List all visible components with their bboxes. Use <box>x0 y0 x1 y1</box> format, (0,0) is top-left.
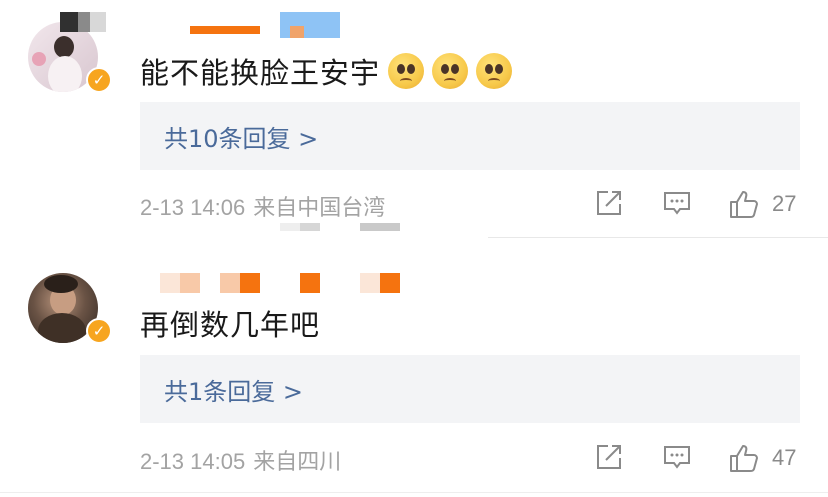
pleading-face-emoji <box>476 53 513 89</box>
pleading-face-emoji <box>432 53 469 89</box>
like-button[interactable]: 27 <box>728 188 796 220</box>
comment-time: 2-13 14:05 <box>140 449 246 474</box>
comment-text-content: 能不能换脸王安宇 <box>140 56 381 90</box>
thumbs-up-icon <box>730 445 758 472</box>
verified-badge-icon: ✓ <box>86 318 112 344</box>
like-button[interactable]: 47 <box>728 442 796 474</box>
comment-item: ✓ 再倒数几年吧 共1条回复 > 2-13 14:05 来自四川 47 <box>0 255 828 497</box>
comment-text: 能不能换脸王安宇 <box>140 50 513 92</box>
replies-label: 共10条回复 > <box>164 124 319 153</box>
comment-text: 再倒数几年吧 <box>140 302 320 344</box>
pleading-face-emoji <box>388 53 425 89</box>
comment-meta: 2-13 14:06 来自中国台湾 <box>140 190 385 222</box>
like-count: 47 <box>772 445 797 470</box>
verified-badge-icon: ✓ <box>86 67 112 93</box>
comment-item: ✓ 能不能换脸王安宇 共10条回复 > 2-13 14:06 来自中国台湾 27 <box>0 0 828 240</box>
like-count: 27 <box>772 191 797 216</box>
comment-icon[interactable] <box>662 188 692 222</box>
comment-location: 来自中国台湾 <box>253 195 386 220</box>
divider <box>0 492 828 493</box>
comment-meta: 2-13 14:05 来自四川 <box>140 444 341 476</box>
comment-icon[interactable] <box>662 442 692 476</box>
replies-label: 共1条回复 > <box>164 377 304 406</box>
comment-time: 2-13 14:06 <box>140 195 246 220</box>
comment-text-content: 再倒数几年吧 <box>140 308 321 342</box>
share-icon[interactable] <box>594 442 624 476</box>
replies-expand-button[interactable]: 共10条回复 > <box>140 102 800 170</box>
comment-location: 来自四川 <box>253 449 342 474</box>
thumbs-up-icon <box>730 191 758 218</box>
share-icon[interactable] <box>594 188 624 222</box>
replies-expand-button[interactable]: 共1条回复 > <box>140 355 800 423</box>
divider <box>488 237 828 238</box>
